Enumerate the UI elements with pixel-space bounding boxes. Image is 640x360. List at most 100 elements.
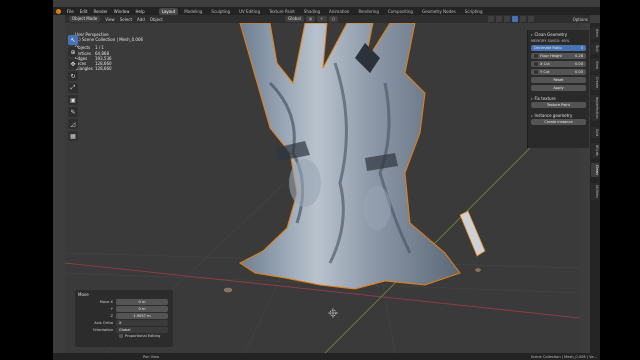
blender-window: File Edit Render Window Help Layout Mode… [53,0,600,360]
rendered-shading-icon[interactable] [528,16,534,22]
workspace-tabs: Layout Modeling Sculpting UV Editing Tex… [158,7,486,15]
viewport-header: Object Mode View Select Add Object Globa… [65,15,590,23]
object-mode-dropdown[interactable]: Object Mode [69,16,101,22]
reset-button[interactable]: Reset [531,77,586,83]
tab-rendering[interactable]: Rendering [355,8,381,15]
tab-texture-paint[interactable]: Texture Paint [266,8,298,15]
scene-collection-label: (1) Scene Collection | Mesh_0.006 [75,37,144,43]
top-menu-bar: File Edit Render Window Help Layout Mode… [53,7,600,15]
overlay-icon[interactable] [488,16,494,22]
cursor-tool-icon[interactable]: ⊕ [68,47,78,57]
axis-ortho-row: Axis Ortho X [78,320,170,326]
tab-modeling[interactable]: Modeling [181,8,205,15]
transform-tool-icon[interactable]: ▣ [68,95,78,105]
tab-imperfection[interactable]: Imperfection [591,95,599,121]
shading-controls [488,16,534,22]
tab-utilities[interactable]: Utilities [591,183,599,200]
apply-button[interactable]: Apply [531,85,586,91]
debris-mesh [223,287,233,293]
x-cut-checkbox[interactable] [534,62,538,66]
x-cut-field[interactable]: X Cut 0.00 [531,61,586,67]
transform-orientation-dropdown[interactable]: Global [285,16,304,22]
snap-icon[interactable]: ⊹ [317,16,327,22]
expand-icon: ▾ [531,33,533,37]
tab-grid[interactable]: Grid [591,127,599,139]
tab-sculpting[interactable]: Sculpting [208,8,233,15]
menu-file[interactable]: File [67,9,74,14]
clean-geometry-header[interactable]: ▾ Clean Geometry [531,32,586,38]
y-cut-checkbox[interactable] [534,70,538,74]
status-hint: Pan View [143,354,160,359]
menu-help[interactable]: Help [135,9,144,14]
last-operator-panel: Move Move X0 m Y0 m Z 1.9057 m Axis Ortho… [75,290,173,347]
tab-scripting[interactable]: Scripting [462,8,486,15]
menu-view[interactable]: View [105,17,115,22]
status-bar: Pan View Scene Collection | Mesh_0.006 |… [53,353,600,360]
move-z-row: Z 1.9057 m [78,313,170,319]
move-tool-icon[interactable]: ✥ [68,59,78,69]
wireframe-shading-icon[interactable] [504,16,510,22]
menu-render[interactable]: Render [93,9,107,14]
menu-select[interactable]: Select [120,17,132,22]
viewport-info-overlay: User Perspective (1) Scene Collection | … [75,32,143,71]
menu-object[interactable]: Object [150,17,163,22]
decimate-ratio-slider[interactable]: Decimate Ratio 0 [531,45,586,51]
menu-add[interactable]: Add [137,17,145,22]
floor-height-checkbox[interactable] [534,54,538,58]
operator-title[interactable]: Move [78,292,170,297]
tab-brlab[interactable]: BRLab [591,143,599,158]
tab-geometry-nodes[interactable]: Geometry Nodes [419,8,459,15]
3d-cursor-icon [328,308,338,318]
blender-logo-icon[interactable] [56,8,61,14]
move-y-field[interactable]: 0 m [116,306,168,312]
solid-shading-icon[interactable] [512,16,518,22]
tab-uv-editing[interactable]: UV Editing [236,8,263,15]
debris-mesh [475,268,481,272]
tab-clean[interactable]: Clean [591,163,599,177]
proportional-checkbox[interactable] [119,334,123,338]
tab-create[interactable]: Create [591,75,599,91]
transform-controls: Global ◎ ⊹ ○ [285,16,339,22]
floor-height-field[interactable]: Floor Height 0.28 [531,53,586,59]
sidebar-panel: ▾ Clean Geometry MEMORY SAVED: 60% Decima… [527,30,589,148]
pivot-icon[interactable]: ◎ [305,16,316,22]
tab-item[interactable]: Item [591,27,599,39]
move-x-row: Move X0 m [78,299,170,305]
expand-icon: ▾ [531,97,533,101]
texture-paint-button[interactable]: Texture Paint [531,102,586,108]
sidebar-tabs: Item Tool View Create Imperfection Grid … [590,23,600,353]
tab-view[interactable]: View [591,59,599,72]
tree-sculpture-mesh [239,23,461,290]
options-dropdown[interactable]: Options [573,17,588,22]
tool-shelf: ↖ ⊕ ✥ ↻ ⤢ ▣ ✎ ◿ ▦ [68,35,78,141]
menu-window[interactable]: Window [114,9,130,14]
plank-mesh [459,210,486,257]
y-cut-field[interactable]: Y Cut 0.00 [531,69,586,75]
proportional-icon[interactable]: ○ [328,16,339,22]
create-instance-button[interactable]: Create instance [531,119,586,125]
xray-icon[interactable] [496,16,502,22]
axis-ortho-dropdown[interactable]: X [116,320,168,326]
annotate-tool-icon[interactable]: ✎ [68,107,78,117]
tab-layout[interactable]: Layout [158,7,179,15]
material-shading-icon[interactable] [520,16,526,22]
scale-tool-icon[interactable]: ⤢ [68,83,78,93]
tab-shading[interactable]: Shading [301,8,323,15]
rotate-tool-icon[interactable]: ↻ [68,71,78,81]
menu-edit[interactable]: Edit [80,9,88,14]
measure-tool-icon[interactable]: ◿ [68,119,78,129]
select-tool-icon[interactable]: ↖ [68,35,78,45]
memory-saved-label: MEMORY SAVED: 60% [531,39,570,43]
expand-icon: ▾ [531,114,533,118]
tab-tool[interactable]: Tool [591,43,599,54]
stat-row: Triangles 128,660 [75,66,112,72]
orientation-row: Orientation Global [78,327,170,333]
add-cube-tool-icon[interactable]: ▦ [68,131,78,141]
move-z-field[interactable]: 1.9057 m [116,313,168,319]
tab-animation[interactable]: Animation [326,8,352,15]
move-x-field[interactable]: 0 m [116,299,168,305]
proportional-editing-toggle[interactable]: Proportional Editing [119,334,170,338]
move-y-row: Y0 m [78,306,170,312]
tab-compositing[interactable]: Compositing [385,8,416,15]
orientation-dropdown[interactable]: Global [116,327,168,333]
